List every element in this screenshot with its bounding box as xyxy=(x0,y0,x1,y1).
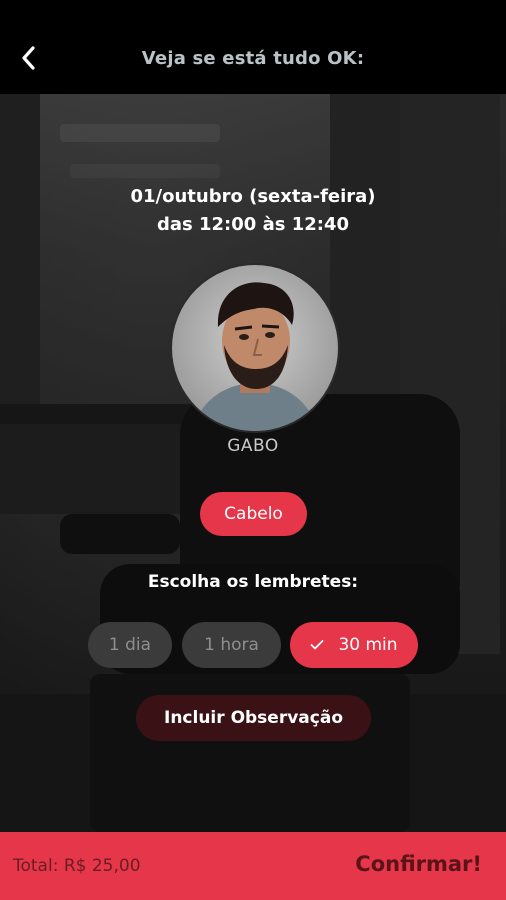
barber-avatar xyxy=(170,263,340,433)
page-title: Veja se está tudo OK: xyxy=(141,48,365,69)
total-price: Total: R$ 25,00 xyxy=(13,856,141,876)
barber-photo xyxy=(192,282,318,431)
reminder-1-hour-button[interactable]: 1 hora xyxy=(182,622,281,668)
reminder-label: 1 dia xyxy=(108,635,152,655)
reminder-30-min-button[interactable]: 30 min xyxy=(290,622,418,668)
service-chip: Cabelo xyxy=(200,492,307,536)
reminder-label: 30 min xyxy=(338,635,398,655)
bottom-bar: Total: R$ 25,00 Confirmar! xyxy=(0,832,506,900)
check-icon xyxy=(310,639,324,651)
confirm-button[interactable]: Confirmar! xyxy=(355,852,482,876)
appointment-date: 01/outubro (sexta-feira) xyxy=(130,186,376,207)
appointment-time: das 12:00 às 12:40 xyxy=(157,214,349,235)
add-observation-button[interactable]: Incluir Observação xyxy=(136,695,371,741)
top-bar: Veja se está tudo OK: xyxy=(0,0,506,94)
reminders-heading: Escolha os lembretes: xyxy=(147,572,359,592)
booking-summary: 01/outubro (sexta-feira) das 12:00 às 12… xyxy=(0,94,506,832)
reminder-1-day-button[interactable]: 1 dia xyxy=(88,622,172,668)
barber-name: GABO xyxy=(227,436,279,456)
reminder-label: 1 hora xyxy=(204,635,259,655)
